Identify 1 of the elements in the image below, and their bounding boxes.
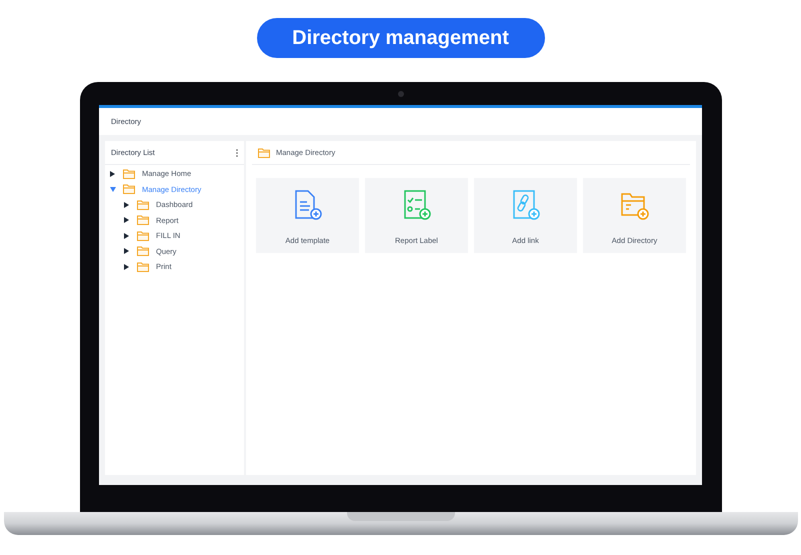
title-banner: Directory management: [256, 18, 544, 58]
